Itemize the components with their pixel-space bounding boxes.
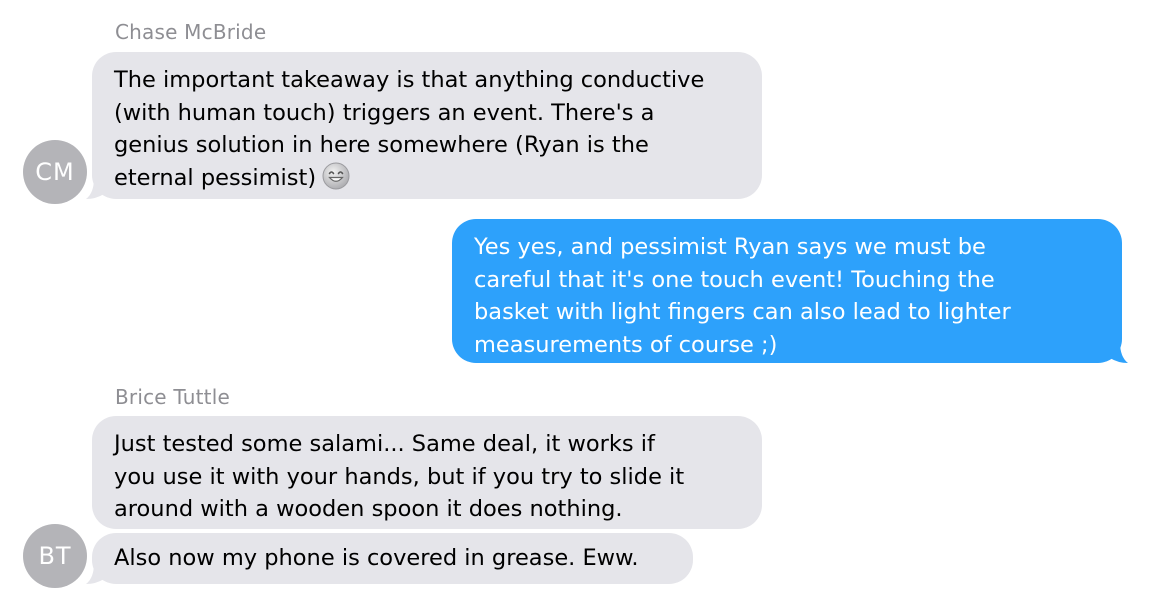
message-line: basket with light fingers can also lead … xyxy=(474,299,1011,325)
grinning-face-emoji-icon xyxy=(322,162,350,200)
message-line: careful that it's one touch event! Touch… xyxy=(474,266,995,293)
bubble-tail-outgoing xyxy=(1110,342,1128,363)
message-bubble-incoming[interactable]: Just tested some salami... Same deal, it… xyxy=(92,416,762,529)
message-line-text: eternal pessimist) xyxy=(114,164,317,191)
message-line: you use it with your hands, but if you t… xyxy=(114,463,685,490)
message-bubble-outgoing[interactable]: Yes yes, and pessimist Ryan says we must… xyxy=(452,219,1122,363)
message-line-last: eternal pessimist) xyxy=(114,162,740,200)
avatar-brice[interactable]: BT xyxy=(23,524,87,588)
sender-name-chase: Chase McBride xyxy=(115,20,267,44)
message-line: Also now my phone is covered in grease. … xyxy=(114,545,639,571)
message-line: (with human touch) triggers an event. Th… xyxy=(114,99,655,126)
message-bubble-incoming[interactable]: Also now my phone is covered in grease. … xyxy=(92,533,693,584)
bubble-tail-incoming xyxy=(86,563,104,584)
message-line: around with a wooden spoon it does nothi… xyxy=(114,496,623,522)
message-line: genius solution in here somewhere (Ryan … xyxy=(114,132,649,158)
sender-name-brice: Brice Tuttle xyxy=(115,385,230,409)
message-line: measurements of course ;) xyxy=(474,331,778,358)
message-line: The important takeaway is that anything … xyxy=(114,67,705,93)
message-line: Just tested some salami... Same deal, it… xyxy=(114,431,655,457)
message-line: Yes yes, and pessimist Ryan says we must… xyxy=(474,234,986,260)
avatar-chase[interactable]: CM xyxy=(23,140,87,204)
message-bubble-incoming[interactable]: The important takeaway is that anything … xyxy=(92,52,762,199)
messages-view: { "colors": { "incoming_bubble": "#e5e5e… xyxy=(0,0,1154,598)
